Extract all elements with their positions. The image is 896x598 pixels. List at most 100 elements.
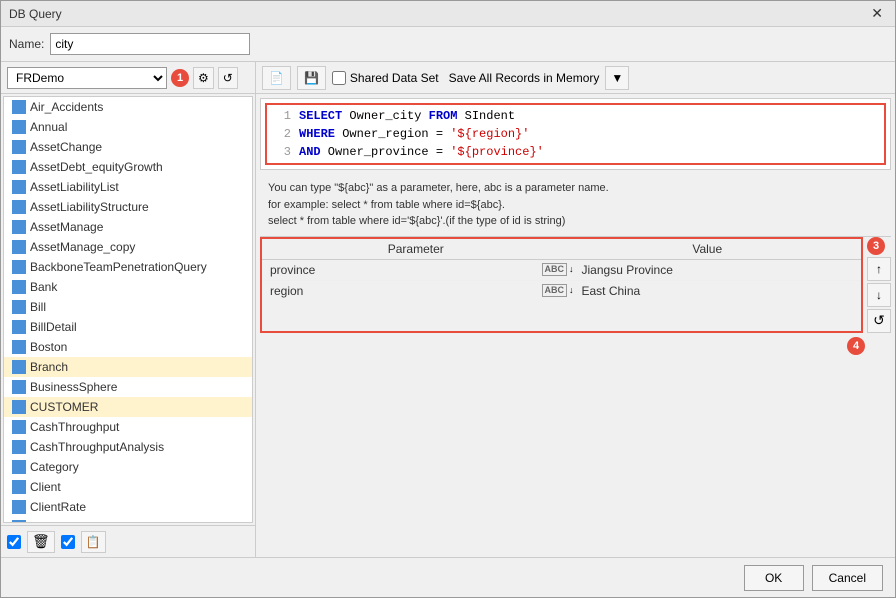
param-refresh-button[interactable]: ↺ (867, 309, 891, 333)
table-icon (12, 120, 26, 134)
settings-button[interactable]: ⚙ (193, 67, 214, 89)
list-item[interactable]: BackboneTeamPenetrationQuery (4, 257, 252, 277)
list-item[interactable]: BillDetail (4, 317, 252, 337)
list-item[interactable]: Air_Accidents (4, 97, 252, 117)
list-item[interactable]: CashThroughput (4, 417, 252, 437)
table-icon (12, 240, 26, 254)
sql-editor[interactable]: 1 SELECT Owner_city FROM SIndent 2 WHERE… (260, 98, 891, 170)
hint-line-1: You can type "${abc}" as a parameter, he… (268, 180, 883, 197)
database-select[interactable]: FRDemo (7, 67, 167, 89)
save-button[interactable]: 💾 (297, 66, 326, 90)
save-records-dropdown[interactable]: ▼ (605, 66, 629, 90)
param-header: Parameter Value (262, 239, 861, 260)
param-wrapper: Parameter Value province ABC ↓ Jiangsu P… (260, 237, 891, 333)
checkbox-2[interactable] (61, 535, 75, 549)
copy-left-button[interactable]: 📋 (81, 531, 106, 553)
dataset-list[interactable]: Air_Accidents Annual AssetChange AssetDe… (3, 96, 253, 523)
param-buttons: 3 ↑ ↓ ↺ (867, 237, 891, 333)
sql-line-2: 2 WHERE Owner_region = '${region}' (271, 125, 880, 143)
param-col-header-2: Value (562, 242, 854, 256)
badge4-row: 4 (260, 337, 865, 355)
table-icon (12, 480, 26, 494)
badge-4: 4 (847, 337, 865, 355)
table-icon (12, 220, 26, 234)
table-icon (12, 280, 26, 294)
param-name-province: province (270, 263, 542, 277)
shared-data-set-label[interactable]: Shared Data Set (332, 71, 439, 85)
list-item[interactable]: CashThroughputAnalysis (4, 437, 252, 457)
bottom-bar: OK Cancel (1, 557, 895, 597)
name-input[interactable] (50, 33, 250, 55)
table-icon (12, 140, 26, 154)
sql-box: 1 SELECT Owner_city FROM SIndent 2 WHERE… (265, 103, 886, 165)
param-up-button[interactable]: ↑ (867, 257, 891, 281)
cancel-button[interactable]: Cancel (812, 565, 883, 591)
param-col-header-1: Parameter (270, 242, 562, 256)
list-item[interactable]: ClientRate (4, 497, 252, 517)
list-item-customer[interactable]: CUSTOMER (4, 397, 252, 417)
name-row: Name: (1, 27, 895, 62)
list-item[interactable]: AssetManage_copy (4, 237, 252, 257)
table-icon (12, 260, 26, 274)
table-icon (12, 500, 26, 514)
sql-wrapper: 1 SELECT Owner_city FROM SIndent 2 WHERE… (260, 98, 891, 170)
param-value-region[interactable]: East China (582, 284, 854, 298)
badge-3: 3 (867, 237, 885, 255)
table-icon (12, 360, 26, 374)
left-toolbar: FRDemo 1 ⚙ ↺ (1, 62, 255, 94)
table-icon (12, 300, 26, 314)
left-bottom-bar: 🗑 📋 (1, 525, 255, 557)
right-toolbar: 📄 💾 Shared Data Set Save All Records in … (256, 62, 895, 94)
badge-1: 1 (171, 69, 189, 87)
param-type-region: ABC ↓ (542, 284, 574, 297)
shared-data-set-checkbox[interactable] (332, 71, 346, 85)
refresh-left-button[interactable]: ↺ (218, 67, 238, 89)
param-name-region: region (270, 284, 542, 298)
save-records-text: Save All Records in Memory (449, 71, 600, 85)
shared-data-set-text: Shared Data Set (350, 71, 439, 85)
list-item[interactable]: AssetLiabilityStructure (4, 197, 252, 217)
table-icon (12, 380, 26, 394)
list-item[interactable]: Bank (4, 277, 252, 297)
param-value-province[interactable]: Jiangsu Province (582, 263, 854, 277)
param-section: Parameter Value province ABC ↓ Jiangsu P… (260, 237, 863, 333)
hint-area: You can type "${abc}" as a parameter, he… (260, 174, 891, 237)
name-label: Name: (9, 37, 44, 51)
list-item[interactable]: AssetLiabilityList (4, 177, 252, 197)
delete-left-button[interactable]: 🗑 (27, 531, 55, 553)
table-icon (12, 160, 26, 174)
list-item-branch[interactable]: Branch (4, 357, 252, 377)
close-button[interactable]: ✕ (867, 5, 887, 22)
right-panel: 📄 💾 Shared Data Set Save All Records in … (256, 62, 895, 557)
list-item[interactable]: Category (4, 457, 252, 477)
list-item[interactable]: AssetDebt_equityGrowth (4, 157, 252, 177)
list-item[interactable]: Annual (4, 117, 252, 137)
table-icon (12, 340, 26, 354)
table-icon (12, 520, 26, 523)
table-icon (12, 460, 26, 474)
hint-line-2: for example: select * from table where i… (268, 197, 883, 214)
param-row-province: province ABC ↓ Jiangsu Province (262, 260, 861, 281)
sql-line-1: 1 SELECT Owner_city FROM SIndent (271, 107, 880, 125)
window-title: DB Query (9, 7, 62, 21)
list-item[interactable]: Bill (4, 297, 252, 317)
list-item[interactable]: Client (4, 477, 252, 497)
param-down-button[interactable]: ↓ (867, 283, 891, 307)
param-type-province: ABC ↓ (542, 263, 574, 276)
checkbox-1[interactable] (7, 535, 21, 549)
title-bar: DB Query ✕ (1, 1, 895, 27)
list-item[interactable]: BusinessSphere (4, 377, 252, 397)
ok-button[interactable]: OK (744, 565, 804, 591)
list-item[interactable]: ClientTracking (4, 517, 252, 523)
table-icon (12, 180, 26, 194)
table-icon (12, 420, 26, 434)
table-icon (12, 400, 26, 414)
table-icon (12, 320, 26, 334)
hint-line-3: select * from table where id='${abc}'.(i… (268, 213, 883, 230)
doc-button[interactable]: 📄 (262, 66, 291, 90)
list-item[interactable]: Boston (4, 337, 252, 357)
list-item[interactable]: AssetChange (4, 137, 252, 157)
db-query-window: DB Query ✕ Name: FRDemo 1 ⚙ ↺ Air_Accide… (0, 0, 896, 598)
list-item[interactable]: AssetManage (4, 217, 252, 237)
sql-line-3: 3 AND Owner_province = '${province}' (271, 143, 880, 161)
